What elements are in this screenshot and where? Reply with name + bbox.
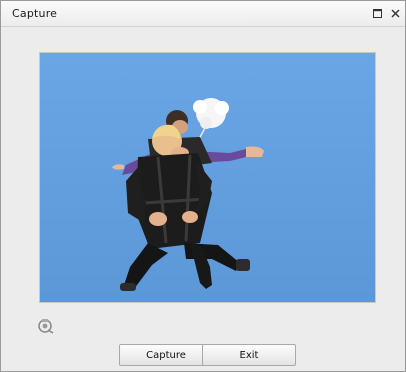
capture-window: Capture Capture Exit: [0, 0, 406, 372]
capture-button[interactable]: Capture: [119, 344, 213, 366]
maximize-button[interactable]: [371, 7, 383, 19]
maximize-icon: [372, 8, 382, 18]
camera-settings-icon[interactable]: [37, 317, 55, 335]
window-title: Capture: [12, 7, 58, 20]
title-bar[interactable]: Capture: [1, 1, 405, 27]
close-icon: [391, 9, 399, 17]
camera-preview: [39, 52, 376, 303]
exit-button[interactable]: Exit: [202, 344, 296, 366]
close-button[interactable]: [389, 7, 401, 19]
window-content: Capture Exit: [1, 27, 405, 371]
skydiving-photo: [40, 53, 375, 302]
